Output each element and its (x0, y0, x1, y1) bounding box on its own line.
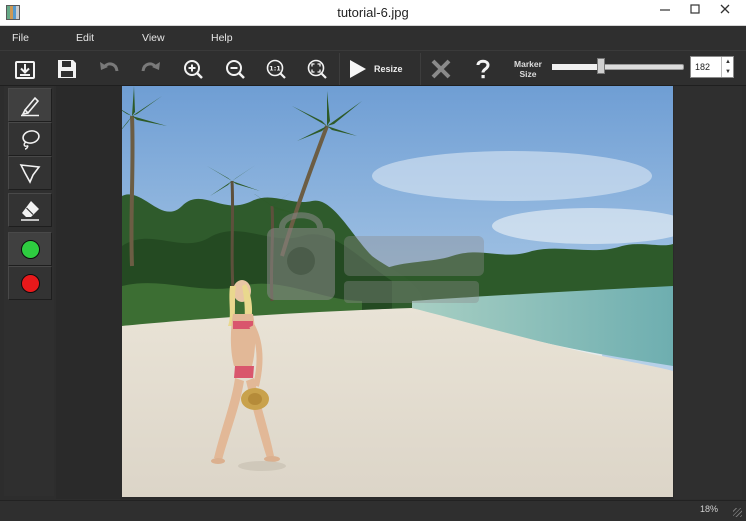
menu-view[interactable]: View (142, 32, 165, 44)
svg-text:1:1: 1:1 (269, 65, 281, 73)
resize-button[interactable]: Resize (346, 55, 416, 83)
play-icon (350, 60, 366, 78)
marker-size-slider[interactable] (552, 58, 684, 74)
app-window: tutorial-6.jpg File Edit View Help 1:1 R… (0, 0, 746, 521)
slider-fill (552, 64, 601, 70)
tool-panel (4, 86, 54, 496)
resize-grip[interactable] (733, 508, 742, 517)
photo-image (122, 86, 673, 497)
zoom-actual-size-button[interactable]: 1:1 (262, 55, 290, 83)
marker-size-label: Marker Size (506, 59, 550, 79)
close-icon (720, 4, 730, 14)
marker-brush-icon (21, 96, 40, 117)
image-canvas[interactable] (56, 86, 742, 499)
zoom-actual-size-icon: 1:1 (266, 59, 286, 79)
undo-button[interactable] (95, 55, 123, 83)
zoom-fit-icon (307, 59, 327, 79)
menu-bar: File Edit View Help (0, 26, 746, 50)
marker-label-line1: Marker (514, 59, 542, 69)
zoom-out-icon (226, 60, 245, 79)
keep-marker-button[interactable] (8, 232, 52, 266)
zoom-out-button[interactable] (221, 55, 249, 83)
spin-down-button[interactable]: ▼ (722, 67, 734, 77)
beach-photo[interactable] (122, 86, 673, 497)
redo-button[interactable] (137, 55, 165, 83)
remove-marker-button[interactable] (8, 266, 52, 300)
save-icon (58, 60, 76, 78)
open-icon (15, 61, 35, 79)
eraser-tool-button[interactable] (8, 193, 52, 227)
title-bar: tutorial-6.jpg (0, 0, 746, 26)
window-title: tutorial-6.jpg (337, 5, 409, 20)
save-button[interactable] (53, 55, 81, 83)
marker-size-value: 182 (695, 62, 711, 72)
marker-label-line2: Size (519, 69, 537, 79)
redo-icon (141, 62, 160, 72)
minimize-button[interactable] (648, 0, 682, 22)
eraser-icon (21, 201, 39, 221)
cancel-icon (431, 59, 451, 79)
zoom-in-button[interactable] (179, 55, 207, 83)
menu-edit[interactable]: Edit (76, 32, 94, 44)
resize-label: Resize (374, 64, 403, 74)
maximize-icon (690, 4, 700, 14)
help-icon (476, 59, 490, 79)
remove-marker-dot (20, 273, 40, 293)
cancel-button[interactable] (427, 55, 455, 83)
toolbar-separator (339, 53, 340, 85)
maximize-button[interactable] (678, 0, 712, 22)
zoom-fit-button[interactable] (303, 55, 331, 83)
zoom-in-icon (184, 60, 203, 79)
menu-file[interactable]: File (12, 32, 29, 44)
lasso-icon (22, 130, 40, 150)
slider-thumb[interactable] (597, 58, 605, 74)
marker-size-spinbox[interactable]: 182 ▲ ▼ (690, 56, 734, 78)
spin-up-button[interactable]: ▲ (722, 57, 734, 67)
open-button[interactable] (11, 55, 39, 83)
status-bar (0, 500, 746, 521)
undo-icon (100, 62, 119, 72)
keep-marker-dot (20, 239, 40, 259)
minimize-icon (660, 9, 670, 11)
menu-help[interactable]: Help (211, 32, 233, 44)
polygon-lasso-icon (19, 164, 41, 184)
zoom-level: 18% (700, 504, 719, 514)
marker-tool-button[interactable] (8, 88, 52, 122)
lasso-tool-button[interactable] (8, 122, 52, 156)
polygon-lasso-tool-button[interactable] (8, 156, 52, 190)
close-button[interactable] (708, 0, 742, 22)
help-button[interactable] (469, 55, 497, 83)
toolbar-separator (420, 53, 421, 85)
right-panel (674, 86, 742, 499)
spin-arrows: ▲ ▼ (721, 57, 733, 77)
